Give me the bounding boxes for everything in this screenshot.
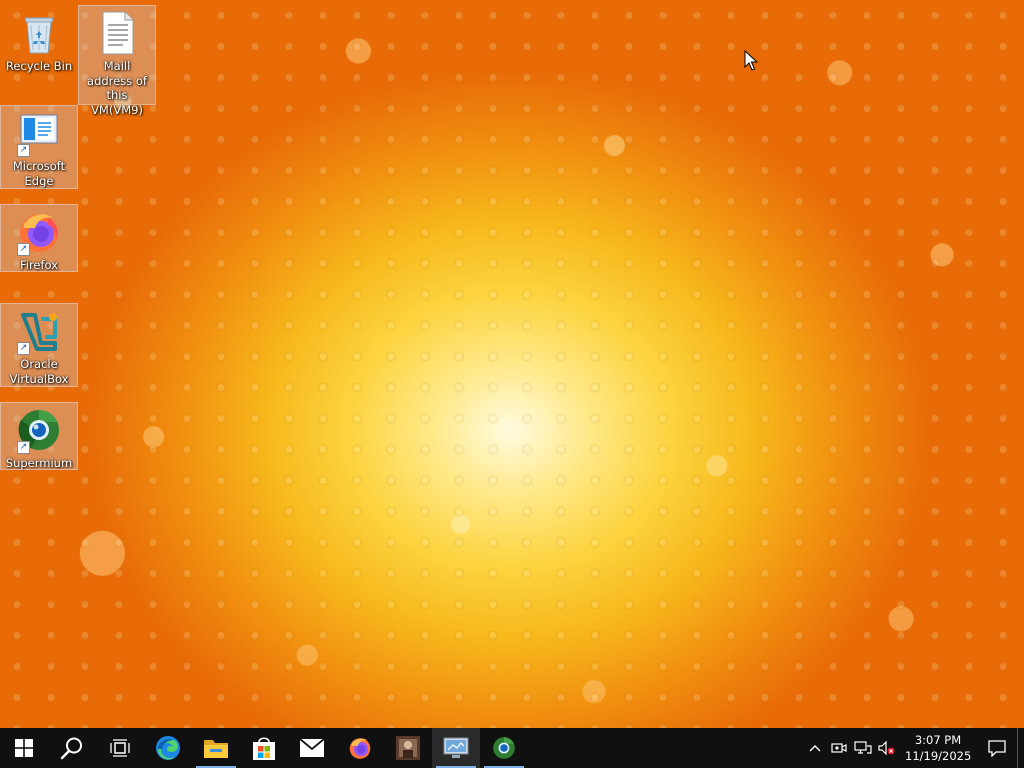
desktop-icon-label: Firefox: [19, 258, 59, 272]
desktop-icon-supermium[interactable]: ↗ Supermium: [0, 402, 78, 470]
task-view-icon: [110, 739, 130, 757]
taskbar: 3:07 PM 11/19/2025: [0, 728, 1024, 768]
taskbar-file-explorer-button[interactable]: [192, 728, 240, 768]
shortcut-arrow-icon: ↗: [17, 243, 30, 256]
clock-date: 11/19/2025: [905, 749, 972, 763]
desktop-icon-label: Supermium: [5, 456, 73, 470]
network-icon: [854, 741, 872, 754]
desktop-icon-recycle-bin[interactable]: Recycle Bin: [1, 6, 77, 77]
recycle-bin-icon: [15, 9, 63, 57]
windows-start-icon: [15, 739, 33, 757]
taskbar-remote-desktop-button[interactable]: [432, 728, 480, 768]
show-desktop-button[interactable]: [1017, 728, 1024, 768]
desktop-icon-firefox[interactable]: ↗ Firefox: [0, 204, 78, 272]
shortcut-arrow-icon: ↗: [17, 441, 30, 454]
supermium-icon: [493, 737, 515, 759]
mouse-cursor-icon: [744, 49, 759, 76]
network-button[interactable]: [851, 728, 875, 768]
edge-icon: [156, 736, 180, 760]
desktop-icon-label: Microsoft Edge: [12, 159, 66, 188]
remote-desktop-icon: [443, 737, 469, 758]
firefox-icon: ↗: [15, 208, 63, 256]
desktop-icon-microsoft-edge[interactable]: ↗ Microsoft Edge: [0, 105, 78, 189]
app-icon: [396, 736, 420, 760]
action-center-button[interactable]: [977, 728, 1017, 768]
task-view-button[interactable]: [96, 728, 144, 768]
taskbar-firefox-button[interactable]: [336, 728, 384, 768]
clock[interactable]: 3:07 PM 11/19/2025: [905, 732, 971, 764]
notification-icon: [988, 739, 1006, 757]
system-tray: 3:07 PM 11/19/2025: [803, 728, 1024, 768]
firefox-icon: [349, 738, 371, 759]
edge-icon: ↗: [15, 109, 63, 157]
virtualbox-icon: ↗: [15, 307, 63, 355]
clock-time: 3:07 PM: [914, 733, 962, 747]
taskbar-mail-button[interactable]: [288, 728, 336, 768]
shortcut-arrow-icon: ↗: [17, 144, 30, 157]
meet-now-button[interactable]: [827, 728, 851, 768]
volume-muted-icon: [878, 741, 895, 755]
start-button[interactable]: [0, 728, 48, 768]
text-document-icon: [93, 9, 141, 57]
meet-now-icon: [831, 743, 847, 753]
desktop[interactable]: Recycle Bin Maill address of this VM(VM9…: [0, 0, 1024, 728]
desktop-icon-oracle-virtualbox[interactable]: ↗ Oracle VirtualBox: [0, 303, 78, 387]
search-icon: [60, 737, 82, 760]
show-hidden-icons-button[interactable]: [803, 728, 827, 768]
chevron-up-icon: [809, 745, 821, 752]
supermium-icon: ↗: [15, 406, 63, 454]
search-button[interactable]: [48, 728, 96, 768]
volume-button[interactable]: [875, 728, 899, 768]
desktop-icon-mail-address-file[interactable]: Maill address of this VM(VM9): [78, 5, 156, 117]
mail-icon: [299, 738, 325, 757]
file-explorer-icon: [204, 740, 228, 758]
desktop-icon-label: Maill address of this VM(VM9): [87, 59, 147, 117]
taskbar-app-button[interactable]: [384, 728, 432, 768]
desktop-icon-label: Recycle Bin: [5, 59, 73, 73]
desktop-icon-label: Oracle VirtualBox: [9, 357, 69, 386]
taskbar-edge-button[interactable]: [144, 728, 192, 768]
taskbar-supermium-button[interactable]: [480, 728, 528, 768]
microsoft-store-icon: [253, 737, 275, 760]
taskbar-microsoft-store-button[interactable]: [240, 728, 288, 768]
shortcut-arrow-icon: ↗: [17, 342, 30, 355]
